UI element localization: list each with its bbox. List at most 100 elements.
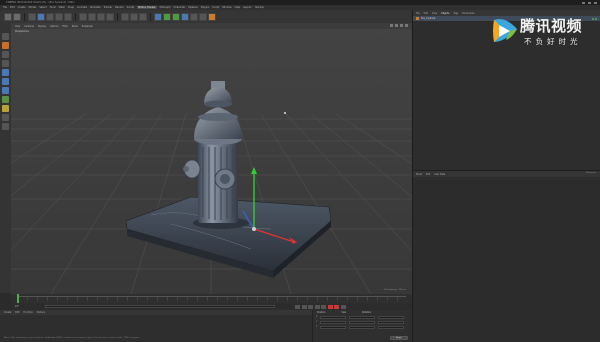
rotate-tool-icon[interactable] <box>55 12 63 21</box>
menu-item[interactable]: MoGraph <box>160 6 171 9</box>
viewport-canvas[interactable] <box>11 29 412 294</box>
size-field[interactable] <box>349 316 376 319</box>
object-manager-menu-item[interactable]: Objects <box>441 12 449 15</box>
menu-item[interactable]: Window <box>222 6 231 9</box>
scale-tool-icon[interactable] <box>46 12 54 21</box>
menu-item[interactable]: Edit <box>10 6 15 9</box>
undo-icon[interactable] <box>4 12 12 21</box>
floor-icon[interactable] <box>190 12 198 21</box>
x-axis-icon[interactable] <box>79 12 87 21</box>
toggle-view-icon[interactable] <box>405 24 408 27</box>
current-frame-field[interactable]: 0 F <box>15 305 45 308</box>
object-manager-menu-item[interactable]: File <box>416 12 420 15</box>
viewport-menu-item[interactable]: Display <box>38 25 46 28</box>
viewport-menu-item[interactable]: Filter <box>62 25 67 28</box>
object-manager-menu-item[interactable]: Bookmarks <box>462 12 474 15</box>
recent-tool-icon[interactable] <box>64 12 72 21</box>
menu-item[interactable]: Select <box>39 6 46 9</box>
live-selection-icon[interactable] <box>28 12 36 21</box>
maximize-icon[interactable] <box>588 1 591 4</box>
workplane-lock-icon[interactable] <box>2 123 9 130</box>
goto-start-icon[interactable] <box>295 304 300 309</box>
menu-item[interactable]: Motion Tracker <box>137 6 157 9</box>
size-field[interactable] <box>349 326 376 329</box>
viewport-menu-item[interactable]: ProRender <box>82 25 93 28</box>
menu-item[interactable]: Animate <box>77 6 87 9</box>
menu-item[interactable]: Mesh <box>59 6 65 9</box>
keyframe-selection-icon[interactable] <box>340 304 346 309</box>
edges-mode-icon[interactable] <box>2 78 9 85</box>
make-editable-icon[interactable] <box>2 33 9 40</box>
material-menu-item[interactable]: Function <box>24 311 33 314</box>
rotation-field[interactable] <box>378 326 405 329</box>
cube-icon[interactable] <box>154 12 162 21</box>
menu-item[interactable]: File <box>3 6 7 9</box>
record-icon[interactable] <box>327 304 333 309</box>
menu-item[interactable]: Snap <box>68 6 74 9</box>
goto-end-icon[interactable] <box>321 304 326 309</box>
y-axis-icon[interactable] <box>88 12 96 21</box>
minimize-icon[interactable] <box>582 1 585 4</box>
z-axis-icon[interactable] <box>97 12 105 21</box>
enable-axis-icon[interactable] <box>2 96 9 103</box>
menu-item[interactable]: Pipeline <box>188 6 197 9</box>
object-manager-menu-item[interactable]: Tags <box>453 12 458 15</box>
position-field[interactable] <box>320 326 347 329</box>
menu-item[interactable]: Modes <box>29 6 37 9</box>
orbit-icon[interactable] <box>400 24 403 27</box>
points-mode-icon[interactable] <box>2 69 9 76</box>
subdivision-surface-icon[interactable] <box>172 12 180 21</box>
tweak-mode-icon[interactable] <box>2 105 9 112</box>
attribute-menu-item[interactable]: Mode <box>416 173 422 176</box>
menu-item[interactable]: Sculpt <box>127 6 134 9</box>
autokey-icon[interactable] <box>334 304 339 309</box>
material-menu-item[interactable]: Texture <box>37 311 45 314</box>
frame-range-slider[interactable] <box>45 305 275 308</box>
viewport-menu-item[interactable]: Options <box>50 25 58 28</box>
material-menu-item[interactable]: Create <box>4 311 11 314</box>
workplane-icon[interactable] <box>2 60 9 67</box>
apply-button[interactable]: Apply <box>390 336 408 340</box>
texture-mode-icon[interactable] <box>2 51 9 58</box>
rotation-field[interactable] <box>378 321 405 324</box>
object-manager-menu-item[interactable]: Edit <box>424 12 428 15</box>
size-field[interactable] <box>349 321 376 324</box>
pen-spline-icon[interactable] <box>163 12 171 21</box>
menu-item[interactable]: Help <box>235 6 240 9</box>
close-icon[interactable] <box>594 1 597 4</box>
light-icon[interactable] <box>208 12 216 21</box>
render-settings-icon[interactable] <box>139 12 147 21</box>
polygons-mode-icon[interactable] <box>2 87 9 94</box>
zoom-icon[interactable] <box>395 24 398 27</box>
attribute-menu-item[interactable]: Edit <box>426 173 430 176</box>
camera-icon[interactable] <box>199 12 207 21</box>
viewport-menu-item[interactable]: Cameras <box>24 25 34 28</box>
position-field[interactable] <box>320 321 347 324</box>
menu-item[interactable]: Character <box>174 6 186 9</box>
redo-icon[interactable] <box>13 12 21 21</box>
menu-item[interactable]: Plugins <box>201 6 210 9</box>
render-picture-viewer-icon[interactable] <box>130 12 138 21</box>
viewport[interactable]: View Cameras Display Options Filter Panel ProR… <box>11 23 412 294</box>
model-mode-icon[interactable] <box>2 42 9 49</box>
array-icon[interactable] <box>181 12 189 21</box>
rotation-field[interactable] <box>378 316 405 319</box>
step-forward-icon[interactable] <box>314 304 320 309</box>
viewport-menu-item[interactable]: Panel <box>72 25 78 28</box>
menu-item[interactable]: Layout: <box>243 6 252 9</box>
snapping-icon[interactable] <box>2 114 9 121</box>
menu-item[interactable]: Script <box>212 6 219 9</box>
timeline-ruler[interactable] <box>11 294 412 303</box>
move-tool-icon[interactable] <box>37 12 45 21</box>
pan-icon[interactable] <box>390 24 393 27</box>
menu-item[interactable]: Tools <box>50 6 56 9</box>
step-back-icon[interactable] <box>301 304 307 309</box>
coordinate-system-icon[interactable] <box>106 12 114 21</box>
menu-item[interactable]: Tracker <box>104 6 113 9</box>
menu-item[interactable]: Create <box>18 6 26 9</box>
menu-item[interactable]: Simulate <box>90 6 101 9</box>
render-view-icon[interactable] <box>121 12 129 21</box>
position-field[interactable] <box>320 316 347 319</box>
viewport-menu-item[interactable]: View <box>15 25 20 28</box>
material-menu-item[interactable]: Edit <box>15 311 19 314</box>
